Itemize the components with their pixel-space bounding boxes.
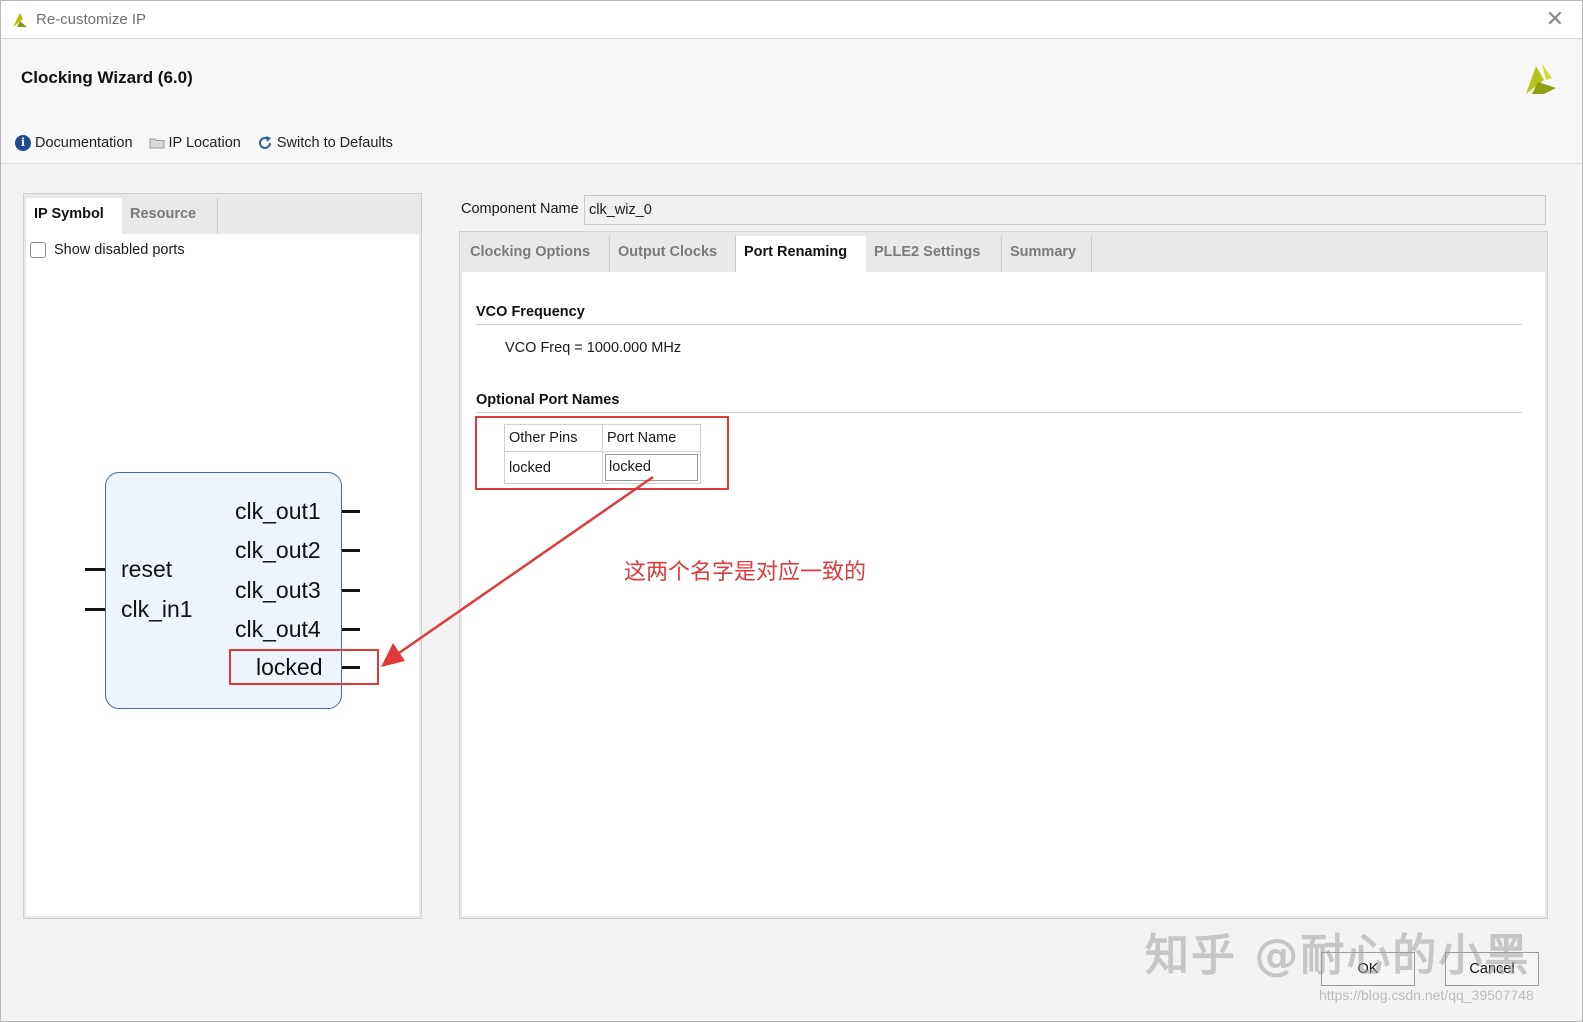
wizard-title: Clocking Wizard (6.0) (21, 68, 193, 87)
annotation-text: 这两个名字是对应一致的 (624, 560, 867, 585)
zhihu-watermark: 知乎 @耐心的小黑 (1145, 930, 1531, 981)
switch-defaults-link[interactable]: Switch to Defaults (257, 135, 393, 151)
port-label-clk-out4: clk_out4 (235, 616, 321, 642)
vivado-app-icon (13, 13, 27, 27)
port-label-clk-out2: clk_out2 (235, 537, 321, 563)
documentation-label: Documentation (35, 135, 133, 151)
component-name-field[interactable]: clk_wiz_0 (584, 195, 1546, 225)
vco-frequency-value: VCO Freq = 1000.000 MHz (505, 340, 682, 356)
title-bar: Re-customize IP ✕ (1, 1, 1582, 39)
left-tab-bar: IP Symbol Resource (24, 194, 421, 234)
tab-ip-symbol[interactable]: IP Symbol (26, 198, 122, 234)
vco-frequency-title: VCO Frequency (476, 304, 585, 320)
port-renaming-content: VCO Frequency VCO Freq = 1000.000 MHz Op… (462, 272, 1545, 916)
dialog-window: Re-customize IP ✕ Clocking Wizard (6.0) … (0, 0, 1583, 1022)
tab-clocking-options[interactable]: Clocking Options (462, 236, 610, 272)
pin-clk-out2 (342, 549, 360, 552)
show-disabled-ports-checkbox[interactable] (30, 242, 46, 258)
window-title: Re-customize IP (36, 11, 147, 28)
show-disabled-ports-label: Show disabled ports (54, 242, 185, 258)
optional-port-names-title: Optional Port Names (476, 392, 620, 408)
documentation-link[interactable]: i Documentation (15, 135, 133, 151)
folder-icon (149, 138, 165, 149)
ip-location-label: IP Location (168, 135, 241, 151)
switch-defaults-label: Switch to Defaults (276, 135, 393, 151)
optional-divider (476, 412, 1522, 413)
tab-plle2-settings[interactable]: PLLE2 Settings (866, 236, 1002, 272)
tab-port-renaming[interactable]: Port Renaming (736, 236, 866, 272)
port-label-clk-out1: clk_out1 (235, 498, 321, 524)
port-table-highlight (475, 416, 729, 490)
config-panel: Clocking Options Output Clocks Port Rena… (459, 231, 1548, 919)
refresh-icon (258, 136, 271, 149)
pin-clk-out3 (342, 589, 360, 592)
wizard-header: Clocking Wizard (6.0) i Documentation IP… (1, 40, 1582, 164)
tab-resource[interactable]: Resource (122, 198, 218, 234)
locked-port-highlight (229, 649, 379, 685)
csdn-watermark-url: https://blog.csdn.net/qq_39507748 (1319, 987, 1534, 1003)
xilinx-logo-icon (1526, 64, 1556, 94)
ip-location-link[interactable]: IP Location (149, 135, 241, 151)
tab-output-clocks[interactable]: Output Clocks (610, 236, 736, 272)
wizard-toolbar: i Documentation IP Location Switch to De… (15, 132, 409, 154)
vco-divider (476, 324, 1522, 325)
pin-clk-out1 (342, 510, 360, 513)
info-icon: i (15, 135, 31, 151)
port-label-clk-out3: clk_out3 (235, 577, 321, 603)
pin-clk-out4 (342, 628, 360, 631)
show-disabled-ports-row[interactable]: Show disabled ports (30, 242, 185, 258)
port-label-clk-in1: clk_in1 (121, 596, 193, 622)
close-icon[interactable]: ✕ (1542, 5, 1568, 33)
tab-summary[interactable]: Summary (1002, 236, 1092, 272)
config-tab-bar: Clocking Options Output Clocks Port Rena… (460, 232, 1547, 272)
component-name-label: Component Name (461, 201, 579, 217)
port-label-reset: reset (121, 556, 173, 582)
pin-reset (85, 568, 105, 571)
pin-clk-in1 (85, 608, 105, 611)
